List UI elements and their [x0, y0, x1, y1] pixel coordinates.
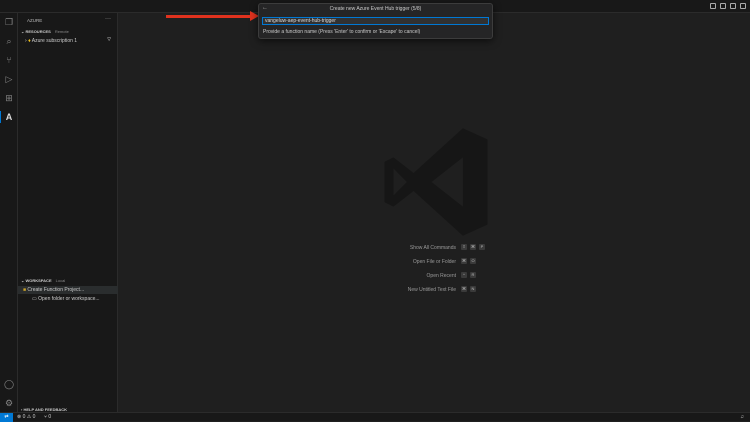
active-indicator: [0, 111, 1, 123]
subscription-label: Azure subscription 1: [31, 38, 78, 44]
extensions-icon[interactable]: ⊞: [4, 93, 14, 103]
status-bar: ⇄ ⊗ 0 ⚠ 0 ⑂ 0 ♫: [0, 412, 750, 422]
vscode-watermark-icon: [384, 128, 488, 236]
resources-section[interactable]: ⌄ RESOURCES Remote: [21, 29, 69, 34]
command-label: New Untitled Text File: [407, 287, 456, 293]
customize-layout-icon[interactable]: [740, 3, 746, 9]
ports-indicator[interactable]: ⑂ 0: [44, 414, 51, 420]
more-actions-icon[interactable]: ···: [105, 16, 111, 22]
command-label: Open File or Folder: [412, 259, 456, 265]
key: ⌘: [461, 286, 467, 292]
activity-bar: ❐ ⌕ ⑂ ▷ ⊞ A ◯ ⚙: [0, 13, 18, 412]
create-function-label: Create Function Project...: [27, 287, 85, 293]
quick-pick-message: Provide a function name (Press 'Enter' t…: [263, 29, 421, 35]
key: N: [470, 286, 476, 292]
open-file-or-folder[interactable]: Open File or Folder ⌘ O: [368, 258, 578, 266]
workspace-section[interactable]: ⌄ WORKSPACE Local: [21, 278, 65, 283]
toggle-secondary-sidebar-icon[interactable]: [730, 3, 736, 9]
settings-gear-icon[interactable]: ⚙: [4, 398, 14, 408]
key: R: [470, 272, 476, 278]
chevron-right-icon: ›: [25, 38, 27, 44]
ports-count: 0: [48, 414, 52, 420]
create-function-project-item[interactable]: ■ Create Function Project...: [23, 287, 84, 293]
error-count: 0: [22, 414, 26, 420]
warning-count: 0: [32, 414, 36, 420]
key: ⌘: [470, 244, 476, 250]
key: ⌘: [461, 258, 467, 264]
folder-icon: ■: [23, 287, 27, 293]
key: ^: [461, 272, 467, 278]
key-icon: ♦: [28, 38, 31, 44]
source-control-icon[interactable]: ⑂: [4, 55, 14, 65]
function-name-input[interactable]: [262, 17, 489, 25]
toggle-panel-icon[interactable]: [720, 3, 726, 9]
resources-sub: Remote: [54, 29, 69, 34]
azure-icon[interactable]: A: [4, 112, 14, 122]
key: P: [479, 244, 485, 250]
filter-icon[interactable]: ⛛: [107, 37, 111, 43]
open-folder-label: Open folder or workspace...: [38, 296, 100, 302]
editor-area: Show All Commands ⇧ ⌘ P Open File or Folder…: [118, 13, 750, 412]
resources-label: RESOURCES: [25, 29, 51, 34]
explorer-icon[interactable]: ❐: [4, 17, 14, 27]
workspace-sub: Local: [55, 278, 66, 283]
quick-pick-title: Create new Azure Event Hub trigger (5/8): [329, 6, 422, 12]
open-recent[interactable]: Open Recent ^ R: [368, 272, 578, 280]
quick-pick-dialog: ← Create new Azure Event Hub trigger (5/…: [258, 3, 493, 39]
key: O: [470, 258, 476, 264]
sidebar-title: AZURE: [27, 18, 43, 23]
tree-item-subscription[interactable]: › ♦ Azure subscription 1: [25, 38, 77, 44]
new-untitled-file[interactable]: New Untitled Text File ⌘ N: [368, 286, 578, 294]
run-debug-icon[interactable]: ▷: [4, 74, 14, 84]
open-folder-item[interactable]: ▭ Open folder or workspace...: [32, 296, 100, 302]
problems-indicator[interactable]: ⊗ 0 ⚠ 0: [17, 414, 35, 420]
search-icon[interactable]: ⌕: [4, 36, 14, 46]
show-all-commands[interactable]: Show All Commands ⇧ ⌘ P: [368, 244, 578, 252]
folder-outline-icon: ▭: [32, 296, 37, 302]
annotation-arrow: [166, 15, 252, 18]
command-label: Open Recent: [426, 273, 456, 279]
workspace-label: WORKSPACE: [25, 278, 52, 283]
notifications-bell-icon[interactable]: ♫: [740, 414, 744, 420]
sidebar: AZURE ··· ⌄ RESOURCES Remote › ♦ Azure su…: [18, 13, 118, 412]
account-icon[interactable]: ◯: [4, 379, 14, 389]
toggle-sidebar-icon[interactable]: [710, 3, 716, 9]
command-label: Show All Commands: [409, 245, 456, 251]
key: ⇧: [461, 244, 467, 250]
